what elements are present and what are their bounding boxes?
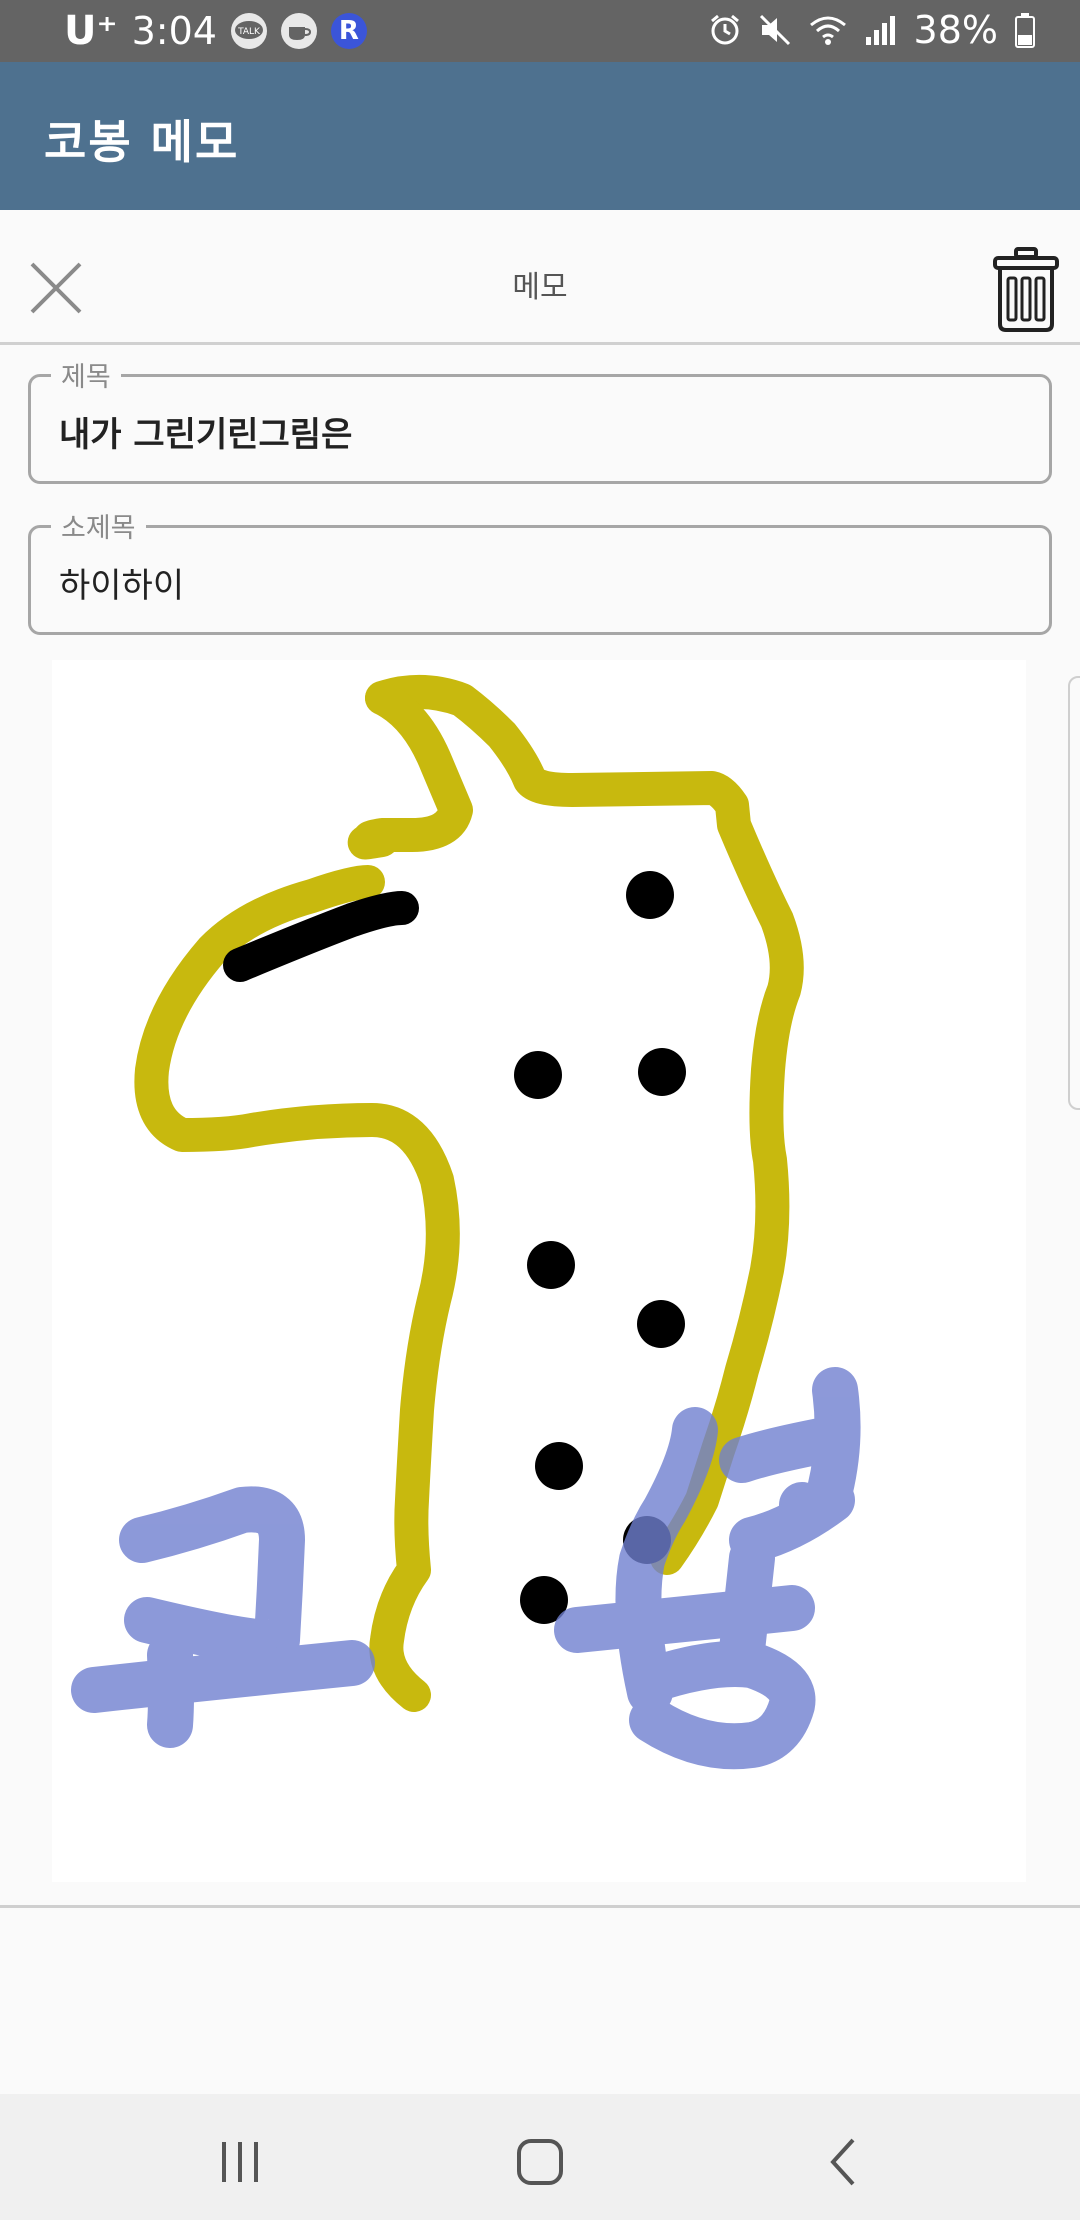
status-left: U⁺ 3:04 TALK R — [64, 8, 367, 54]
home-icon — [517, 2139, 563, 2185]
giraffe-drawing — [71, 675, 861, 1770]
back-icon — [830, 2138, 855, 2186]
app-bar: 코봉 메모 — [0, 62, 1080, 210]
giraffe-spot — [527, 1241, 575, 1289]
editor-toolbar: 메모 — [0, 210, 1080, 345]
giraffe-spot — [637, 1300, 685, 1348]
giraffe-spot — [535, 1442, 583, 1490]
giraffe-spot — [514, 1051, 562, 1099]
title-field[interactable]: 제목 내가 그린기린그림은 — [28, 355, 1052, 484]
giraffe-ear — [347, 681, 473, 860]
status-bar: U⁺ 3:04 TALK R 38% — [0, 0, 1080, 62]
recent-apps-button[interactable] — [210, 2132, 270, 2192]
alarm-icon — [710, 14, 739, 45]
editor-title: 메모 — [512, 270, 568, 305]
carrier-label: U⁺ — [64, 8, 118, 54]
r-app-icon: R — [330, 13, 367, 49]
handwriting-ko — [71, 1486, 375, 1748]
status-right: 38% — [708, 8, 1036, 52]
battery-percent: 38% — [913, 8, 998, 52]
signal-icon — [865, 16, 895, 45]
subtitle-field-value: 하이하이 — [59, 566, 185, 606]
clock: 3:04 — [131, 9, 217, 53]
recent-apps-icon — [222, 2142, 258, 2182]
subtitle-field[interactable]: 소제목 하이하이 — [28, 506, 1052, 635]
scroll-handle[interactable] — [1068, 676, 1080, 1110]
giraffe-spot — [626, 871, 674, 919]
app-title: 코봉 메모 — [44, 115, 240, 169]
bottom-divider — [0, 1905, 1080, 1908]
trash-icon — [993, 247, 1059, 332]
delete-button[interactable] — [992, 246, 1060, 334]
home-button[interactable] — [510, 2132, 570, 2192]
drawing-canvas[interactable] — [52, 660, 1026, 1882]
title-field-value: 내가 그린기린그림은 — [59, 415, 353, 455]
svg-text:TALK: TALK — [237, 27, 261, 37]
battery-icon — [1015, 13, 1035, 48]
subtitle-field-label: 소제목 — [51, 506, 146, 545]
title-field-label: 제목 — [51, 355, 121, 394]
kakaotalk-icon: TALK — [230, 13, 267, 49]
giraffe-spot — [638, 1048, 686, 1096]
handwriting-bong — [554, 1367, 861, 1770]
back-button[interactable] — [815, 2132, 875, 2192]
coffee-icon — [280, 13, 317, 49]
wifi-icon — [809, 16, 846, 45]
system-navbar — [0, 2094, 1080, 2220]
mute-icon — [759, 14, 790, 46]
